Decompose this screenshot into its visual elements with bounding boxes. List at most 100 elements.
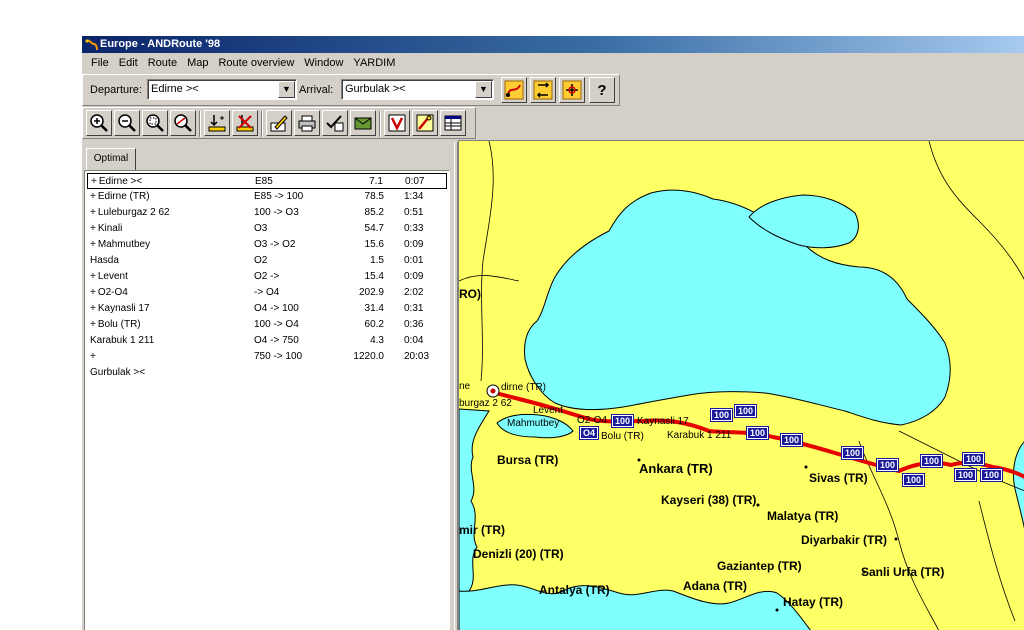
row-distance: 1220.0	[353, 351, 384, 362]
road-shield[interactable]: 100	[979, 468, 1004, 482]
vehicle-button[interactable]	[384, 110, 410, 136]
expand-plus-icon[interactable]: +	[90, 271, 96, 282]
route-list-row[interactable]: + Luleburgaz 2 62 100 -> O3 85.2 0:51	[87, 205, 447, 221]
expand-plus-icon[interactable]: +	[91, 176, 97, 187]
row-distance: 15.4	[364, 271, 384, 282]
expand-plus-icon[interactable]: +	[90, 191, 96, 202]
tab-optimal-label: Optimal	[93, 153, 129, 164]
row-time: 0:01	[404, 255, 424, 266]
road-shield[interactable]: 100	[745, 426, 770, 440]
road-shield[interactable]: 100	[733, 404, 758, 418]
city-label-diyarbakir[interactable]: Diyarbakir (TR)	[801, 533, 887, 547]
city-label-kayseri[interactable]: Kayseri (38) (TR)	[661, 493, 756, 507]
expand-plus-icon[interactable]: +	[90, 223, 96, 234]
menu-map[interactable]: Map	[182, 54, 213, 72]
route-list-row[interactable]: + Kaynasli 17 O4 -> 100 31.4 0:31	[87, 301, 447, 317]
road-shield[interactable]: 100	[953, 468, 978, 482]
city-label-karabuk[interactable]: Karabuk 1 211	[667, 430, 731, 441]
calculate-route-button[interactable]	[501, 77, 527, 103]
road-shield[interactable]: 100	[901, 473, 926, 487]
city-label-antalya[interactable]: Antalya (TR)	[539, 583, 610, 597]
menu-route-overview[interactable]: Route overview	[213, 54, 299, 72]
city-label-o2o4[interactable]: O2-O4	[577, 415, 607, 426]
city-label-sivas[interactable]: Sivas (TR)	[809, 471, 868, 485]
row-distance: 54.7	[364, 223, 384, 234]
expand-plus-icon[interactable]: +	[90, 319, 96, 330]
row-place: Karabuk 1 211	[90, 333, 154, 348]
road-shield[interactable]: 100	[709, 408, 734, 422]
zoom-in-button[interactable]	[86, 110, 112, 136]
city-label-izmir[interactable]: mir (TR)	[459, 523, 505, 537]
route-list-row[interactable]: Karabuk 1 211 O4 -> 750 4.3 0:04	[87, 333, 447, 349]
expand-plus-icon[interactable]: +	[90, 287, 96, 298]
help-button[interactable]: ?	[589, 77, 615, 103]
table-view-button[interactable]	[440, 110, 466, 136]
map-toolbar	[82, 107, 476, 139]
print-button[interactable]	[294, 110, 320, 136]
menu-file[interactable]: File	[86, 54, 114, 72]
city-label-gaziantep[interactable]: Gaziantep (TR)	[717, 559, 802, 573]
expand-plus-icon[interactable]: +	[90, 351, 96, 362]
remove-waypoint-button[interactable]	[232, 110, 258, 136]
city-label-ankara[interactable]: Ankara (TR)	[639, 461, 713, 476]
departure-combo[interactable]: Edirne >< ▼	[147, 79, 297, 100]
route-list-row[interactable]: + Kinali O3 54.7 0:33	[87, 221, 447, 237]
city-label-levent[interactable]: Levent	[533, 405, 563, 416]
route-list-row[interactable]: + Levent O2 -> 15.4 0:09	[87, 269, 447, 285]
city-label-hatay[interactable]: Hatay (TR)	[783, 595, 843, 609]
zoom-route-button[interactable]	[170, 110, 196, 136]
expand-plus-icon[interactable]: +	[90, 207, 96, 218]
menu-window[interactable]: Window	[299, 54, 348, 72]
expand-plus-icon[interactable]: +	[90, 239, 96, 250]
city-dot	[804, 465, 808, 469]
route-list[interactable]: + Edirne >< E85 7.1 0:07 + Edirne (TR) E85 -> 1…	[84, 170, 450, 630]
city-label-adana[interactable]: Adana (TR)	[683, 579, 747, 593]
city-label-luleburgaz[interactable]: burgaz 2 62	[459, 398, 512, 409]
add-waypoint-button[interactable]	[204, 110, 230, 136]
title-bar[interactable]: Europe - ANDRoute '98	[82, 36, 1024, 53]
city-label-denizli[interactable]: Denizli (20) (TR)	[473, 547, 564, 561]
route-via-button[interactable]	[559, 77, 585, 103]
tab-optimal[interactable]: Optimal	[86, 148, 136, 170]
route-list-row[interactable]: + O2-O4 -> O4 202.9 2:02	[87, 285, 447, 301]
route-list-row[interactable]: + Mahmutbey O3 -> O2 15.6 0:09	[87, 237, 447, 253]
arrival-combo[interactable]: Gurbulak >< ▼	[341, 79, 494, 100]
city-label-bursa[interactable]: Bursa (TR)	[497, 453, 558, 467]
departure-dropdown-icon[interactable]: ▼	[278, 81, 295, 98]
route-list-row[interactable]: Gurbulak ><	[87, 365, 447, 381]
settings-button[interactable]	[412, 110, 438, 136]
city-label-sanliurfa[interactable]: Sanli Urfa (TR)	[861, 565, 944, 579]
road-shield[interactable]: 100	[961, 452, 986, 466]
menu-yardim[interactable]: YARDIM	[348, 54, 400, 72]
route-list-row[interactable]: +750 -> 100 1220.0 20:03	[87, 349, 447, 365]
city-label-bolu[interactable]: Bolu (TR)	[601, 431, 644, 442]
city-label-edirne[interactable]: dirne (TR)	[501, 382, 546, 393]
route-list-row[interactable]: + Bolu (TR) 100 -> O4 60.2 0:36	[87, 317, 447, 333]
city-label-kaynasli[interactable]: Kaynasli 17	[637, 416, 689, 427]
road-shield[interactable]: O4	[578, 426, 600, 440]
zoom-window-button[interactable]	[142, 110, 168, 136]
map-view[interactable]: Bursa (TR) Ankara (TR) Sivas (TR) Kayser…	[458, 140, 1024, 630]
departure-value: Edirne ><	[151, 83, 199, 95]
city-label-malatya[interactable]: Malatya (TR)	[767, 509, 838, 523]
route-list-row[interactable]: + Edirne >< E85 7.1 0:07	[87, 173, 447, 189]
swap-route-button[interactable]	[530, 77, 556, 103]
row-place-text: O2-O4	[97, 287, 128, 298]
menu-route[interactable]: Route	[143, 54, 182, 72]
route-list-row[interactable]: Hasda O2 1.5 0:01	[87, 253, 447, 269]
city-label-ne[interactable]: ne	[459, 381, 470, 392]
route-list-row[interactable]: + Edirne (TR) E85 -> 100 78.5 1:34	[87, 189, 447, 205]
road-shield[interactable]: 100	[610, 414, 635, 428]
check-button[interactable]	[322, 110, 348, 136]
mail-button[interactable]	[350, 110, 376, 136]
road-shield[interactable]: 100	[840, 446, 865, 460]
zoom-out-button[interactable]	[114, 110, 140, 136]
menu-edit[interactable]: Edit	[114, 54, 143, 72]
road-shield[interactable]: 100	[779, 433, 804, 447]
edit-button[interactable]	[266, 110, 292, 136]
road-shield[interactable]: 100	[919, 454, 944, 468]
road-shield[interactable]: 100	[875, 458, 900, 472]
expand-plus-icon[interactable]: +	[90, 303, 96, 314]
city-label-mahmutbey[interactable]: Mahmutbey	[507, 418, 559, 429]
arrival-dropdown-icon[interactable]: ▼	[475, 81, 492, 98]
